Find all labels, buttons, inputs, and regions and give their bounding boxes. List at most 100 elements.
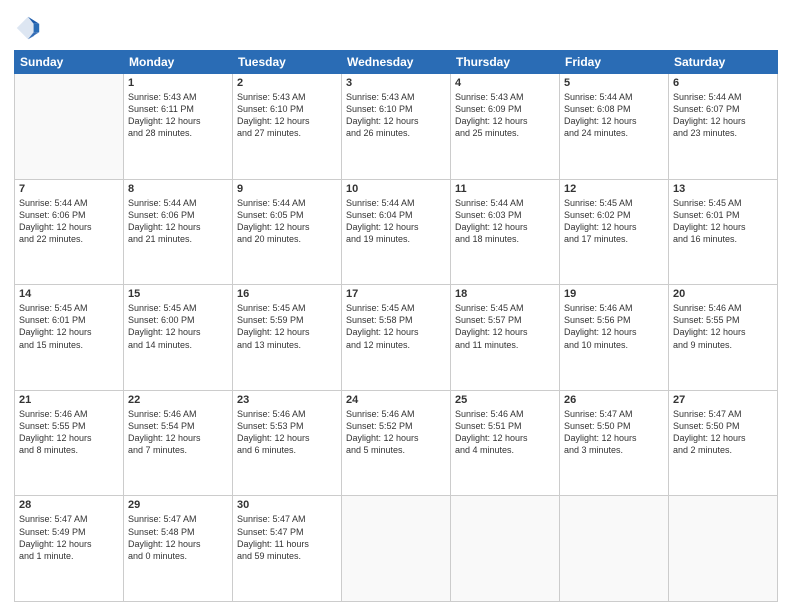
cell-line: Sunset: 6:00 PM xyxy=(128,315,195,325)
cell-info: Sunrise: 5:43 AMSunset: 6:11 PMDaylight:… xyxy=(128,91,228,140)
calendar-cell xyxy=(342,496,451,602)
cell-line: Daylight: 12 hours xyxy=(19,433,92,443)
cell-info: Sunrise: 5:47 AMSunset: 5:47 PMDaylight:… xyxy=(237,513,337,562)
header-cell-sunday: Sunday xyxy=(15,51,124,74)
cell-line: Sunrise: 5:44 AM xyxy=(128,198,197,208)
cell-info: Sunrise: 5:45 AMSunset: 5:59 PMDaylight:… xyxy=(237,302,337,351)
cell-line: and 9 minutes. xyxy=(673,340,732,350)
calendar-cell: 24Sunrise: 5:46 AMSunset: 5:52 PMDayligh… xyxy=(342,390,451,496)
calendar-table: SundayMondayTuesdayWednesdayThursdayFrid… xyxy=(14,50,778,602)
header-cell-thursday: Thursday xyxy=(451,51,560,74)
cell-line: and 2 minutes. xyxy=(673,445,732,455)
cell-line: Sunrise: 5:44 AM xyxy=(237,198,306,208)
cell-line: Sunrise: 5:47 AM xyxy=(128,514,197,524)
cell-line: Sunrise: 5:46 AM xyxy=(128,409,197,419)
cell-line: Sunrise: 5:46 AM xyxy=(19,409,88,419)
cell-line: Sunset: 5:51 PM xyxy=(455,421,522,431)
calendar-cell: 21 Sunrise: 5:46 AM Sunset: 5:55 PM Dayligh… xyxy=(15,390,124,496)
cell-line: Sunrise: 5:44 AM xyxy=(564,92,633,102)
cell-line: and 12 minutes. xyxy=(346,340,410,350)
cell-info: Sunrise: 5:44 AMSunset: 6:05 PMDaylight:… xyxy=(237,197,337,246)
cell-info: Sunrise: 5:47 AMSunset: 5:50 PMDaylight:… xyxy=(673,408,773,457)
calendar-cell xyxy=(451,496,560,602)
cell-line: Daylight: 12 hours xyxy=(455,222,528,232)
cell-line: Sunset: 5:50 PM xyxy=(564,421,631,431)
cell-line: Sunset: 6:03 PM xyxy=(455,210,522,220)
calendar-body: 1Sunrise: 5:43 AMSunset: 6:11 PMDaylight… xyxy=(15,74,778,602)
day-number: 7 xyxy=(19,183,119,195)
cell-line: Daylight: 12 hours xyxy=(346,433,419,443)
cell-line: Sunrise: 5:46 AM xyxy=(346,409,415,419)
calendar-cell: 25Sunrise: 5:46 AMSunset: 5:51 PMDayligh… xyxy=(451,390,560,496)
cell-line: and 1 minute. xyxy=(19,551,74,561)
day-number: 21 xyxy=(19,394,119,406)
calendar-cell: 5Sunrise: 5:44 AMSunset: 6:08 PMDaylight… xyxy=(560,74,669,180)
cell-line: Sunset: 5:48 PM xyxy=(128,527,195,537)
cell-line: and 17 minutes. xyxy=(564,234,628,244)
cell-line: Sunset: 5:50 PM xyxy=(673,421,740,431)
day-number: 6 xyxy=(673,77,773,89)
header xyxy=(14,10,778,42)
cell-line: Sunset: 5:54 PM xyxy=(128,421,195,431)
cell-line: Sunrise: 5:45 AM xyxy=(128,303,197,313)
calendar-cell: 23 Sunrise: 5:46 AMSunset: 5:53 PMDayligh… xyxy=(233,390,342,496)
cell-line: and 25 minutes. xyxy=(455,128,519,138)
cell-line: and 16 minutes. xyxy=(673,234,737,244)
cell-line: Sunrise: 5:44 AM xyxy=(346,198,415,208)
cell-line: Sunset: 6:02 PM xyxy=(564,210,631,220)
cell-line: Daylight: 12 hours xyxy=(455,433,528,443)
calendar-week-1: 1Sunrise: 5:43 AMSunset: 6:11 PMDaylight… xyxy=(15,74,778,180)
day-number: 23 xyxy=(237,394,337,406)
cell-line: and 8 minutes. xyxy=(19,445,78,455)
cell-line: Sunset: 6:01 PM xyxy=(673,210,740,220)
calendar-week-3: 14Sunrise: 5:45 AMSunset: 6:01 PMDayligh… xyxy=(15,285,778,391)
calendar-cell xyxy=(560,496,669,602)
cell-line: and 6 minutes. xyxy=(237,445,296,455)
cell-line: Daylight: 12 hours xyxy=(346,222,419,232)
cell-line: and 0 minutes. xyxy=(128,551,187,561)
cell-line: Daylight: 12 hours xyxy=(564,116,637,126)
day-number: 30 xyxy=(237,499,337,511)
day-number: 15 xyxy=(128,288,228,300)
cell-info: Sunrise: 5:44 AMSunset: 6:08 PMDaylight:… xyxy=(564,91,664,140)
header-cell-monday: Monday xyxy=(124,51,233,74)
cell-line: Sunset: 5:59 PM xyxy=(237,315,304,325)
cell-info: Sunrise: 5:46 AM Sunset: 5:55 PM Daylight:… xyxy=(19,408,119,457)
cell-line: Sunset: 6:01 PM xyxy=(19,315,86,325)
cell-info: Sunrise: 5:46 AMSunset: 5:53 PMDaylight:… xyxy=(237,408,337,457)
cell-line: Sunrise: 5:45 AM xyxy=(19,303,88,313)
cell-line: Sunrise: 5:44 AM xyxy=(673,92,742,102)
cell-line: and 18 minutes. xyxy=(455,234,519,244)
cell-line: Sunrise: 5:45 AM xyxy=(564,198,633,208)
cell-line: Sunset: 6:11 PM xyxy=(128,104,194,114)
cell-line: and 26 minutes. xyxy=(346,128,410,138)
calendar-cell: 9Sunrise: 5:44 AMSunset: 6:05 PMDaylight… xyxy=(233,179,342,285)
cell-line: Sunset: 6:05 PM xyxy=(237,210,304,220)
calendar-cell: 19Sunrise: 5:46 AMSunset: 5:56 PMDayligh… xyxy=(560,285,669,391)
cell-line: Sunrise: 5:44 AM xyxy=(455,198,524,208)
day-number: 12 xyxy=(564,183,664,195)
cell-line: Daylight: 12 hours xyxy=(564,433,637,443)
cell-line: Sunrise: 5:44 AM xyxy=(19,198,88,208)
calendar-cell: 22Sunrise: 5:46 AMSunset: 5:54 PMDayligh… xyxy=(124,390,233,496)
cell-line: Sunset: 5:55 PM xyxy=(19,421,86,431)
page: SundayMondayTuesdayWednesdayThursdayFrid… xyxy=(0,0,792,612)
cell-info: Sunrise: 5:44 AM Sunset: 6:03 PM Daylight:… xyxy=(455,197,555,246)
day-number: 17 xyxy=(346,288,446,300)
calendar-cell: 30 Sunrise: 5:47 AMSunset: 5:47 PMDayligh… xyxy=(233,496,342,602)
calendar-cell: 26Sunrise: 5:47 AMSunset: 5:50 PMDayligh… xyxy=(560,390,669,496)
cell-line: and 24 minutes. xyxy=(564,128,628,138)
calendar-cell: 15Sunrise: 5:45 AMSunset: 6:00 PMDayligh… xyxy=(124,285,233,391)
cell-line: Sunrise: 5:45 AM xyxy=(673,198,742,208)
cell-line: and 21 minutes. xyxy=(128,234,192,244)
day-number: 9 xyxy=(237,183,337,195)
cell-line: Sunrise: 5:47 AM xyxy=(673,409,742,419)
cell-line: Daylight: 12 hours xyxy=(564,222,637,232)
cell-line: Daylight: 12 hours xyxy=(673,327,746,337)
cell-line: Daylight: 12 hours xyxy=(455,327,528,337)
cell-line: Daylight: 12 hours xyxy=(128,539,201,549)
cell-line: Sunset: 5:56 PM xyxy=(564,315,631,325)
calendar-cell: 13Sunrise: 5:45 AMSunset: 6:01 PMDayligh… xyxy=(669,179,778,285)
cell-info: Sunrise: 5:44 AMSunset: 6:06 PMDaylight:… xyxy=(19,197,119,246)
cell-line: Sunrise: 5:43 AM xyxy=(455,92,524,102)
